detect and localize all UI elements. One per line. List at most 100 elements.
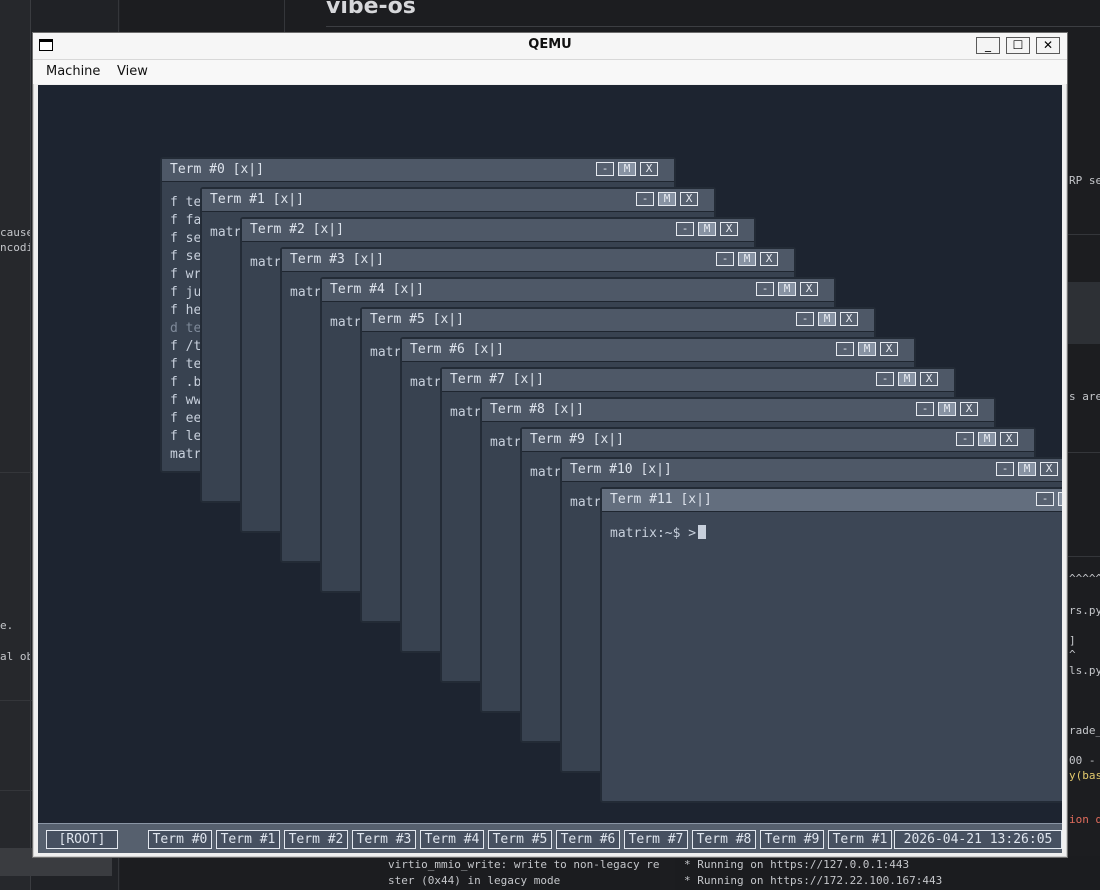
terminal-titlebar[interactable]: Term #4 [x|] - M X [322, 279, 834, 302]
terminal-titlebar[interactable]: Term #6 [x|] - M X [402, 339, 914, 362]
terminal-minimize-button[interactable]: - [916, 402, 934, 416]
terminal-titlebar[interactable]: Term #8 [x|] - M X [482, 399, 994, 422]
terminal-line-text: matr [210, 225, 242, 240]
terminal-minimize-button[interactable]: - [796, 312, 814, 326]
terminal-title: Term #3 [x|] [290, 252, 384, 267]
terminal-minimize-button[interactable]: - [676, 222, 694, 236]
qemu-titlebar[interactable]: QEMU _ ☐ ✕ [33, 33, 1067, 60]
terminal-line: f te [170, 195, 201, 210]
terminal-close-button[interactable]: X [1000, 432, 1018, 446]
close-button[interactable]: ✕ [1036, 37, 1060, 54]
terminal-line: f .b [170, 375, 201, 390]
terminal-maximize-button[interactable]: M [1058, 492, 1062, 506]
background-text: ^ [1069, 648, 1076, 661]
terminal-maximize-button[interactable]: M [778, 282, 796, 296]
qemu-window: QEMU _ ☐ ✕ Machine View Term #0 [x|] - M X f… [32, 32, 1068, 858]
taskbar-item[interactable]: Term #2 [284, 830, 348, 849]
menubar: Machine View [33, 60, 1067, 84]
terminal-line-text: f wr [170, 267, 202, 282]
menu-view[interactable]: View [117, 64, 148, 79]
taskbar-item[interactable]: Term #5 [488, 830, 552, 849]
terminal-close-button[interactable]: X [640, 162, 658, 176]
terminal-titlebar[interactable]: Term #7 [x|] - M X [442, 369, 954, 392]
terminal-titlebar[interactable]: Term #3 [x|] - M X [282, 249, 794, 272]
background-divider [284, 0, 285, 32]
terminal-close-button[interactable]: X [920, 372, 938, 386]
taskbar-item[interactable]: Term #1 [828, 830, 892, 849]
maximize-button[interactable]: ☐ [1006, 37, 1030, 54]
background-text: ncodin [0, 241, 30, 254]
terminal-title: Term #8 [x|] [490, 402, 584, 417]
terminal-maximize-button[interactable]: M [818, 312, 836, 326]
terminal-window[interactable]: Term #11 [x|]-MXmatrix:~$ > [600, 487, 1062, 803]
terminal-line-text: f ww [170, 393, 202, 408]
terminal-line-text: f fa [170, 213, 202, 228]
terminal-line-text: f .b [170, 375, 202, 390]
terminal-line-text: matr [570, 495, 602, 510]
terminal-line-text: f se [170, 249, 202, 264]
terminal-line: f /t [170, 339, 201, 354]
terminal-minimize-button[interactable]: - [836, 342, 854, 356]
terminal-maximize-button[interactable]: M [1018, 462, 1036, 476]
terminal-minimize-button[interactable]: - [956, 432, 974, 446]
background-log-line: virtio_mmio_write: write to non-legacy r… [388, 858, 660, 871]
terminal-line-text: matr [250, 255, 282, 270]
terminal-minimize-button[interactable]: - [996, 462, 1014, 476]
terminal-titlebar[interactable]: Term #0 [x|] - M X [162, 159, 674, 182]
terminal-line-text: f se [170, 231, 202, 246]
minimize-button[interactable]: _ [976, 37, 1000, 54]
terminal-close-button[interactable]: X [840, 312, 858, 326]
terminal-minimize-button[interactable]: - [1036, 492, 1054, 506]
terminal-close-button[interactable]: X [880, 342, 898, 356]
terminal-minimize-button[interactable]: - [596, 162, 614, 176]
taskbar-item[interactable]: Term #8 [692, 830, 756, 849]
taskbar-item[interactable]: Term #0 [148, 830, 212, 849]
terminal-minimize-button[interactable]: - [716, 252, 734, 266]
terminal-titlebar[interactable]: Term #11 [x|]-MX [602, 489, 1062, 512]
terminal-close-button[interactable]: X [720, 222, 738, 236]
background-text: rade_n [1069, 724, 1100, 737]
terminal-maximize-button[interactable]: M [698, 222, 716, 236]
guest-screen[interactable]: Term #0 [x|] - M X f te f fa f se f se f wr f ju f… [38, 85, 1062, 853]
terminal-maximize-button[interactable]: M [618, 162, 636, 176]
taskbar-item[interactable]: Term #1 [216, 830, 280, 849]
terminal-maximize-button[interactable]: M [978, 432, 996, 446]
terminal-maximize-button[interactable]: M [738, 252, 756, 266]
terminal-maximize-button[interactable]: M [858, 342, 876, 356]
background-divider [0, 700, 32, 701]
taskbar-item[interactable]: Term #7 [624, 830, 688, 849]
terminal-close-button[interactable]: X [800, 282, 818, 296]
background-log-line: ster (0x44) in legacy mode [388, 874, 561, 887]
background-block [1068, 282, 1100, 344]
taskbar-item[interactable]: Term #4 [420, 830, 484, 849]
terminal-line-text: matr [450, 405, 482, 420]
menu-machine[interactable]: Machine [46, 64, 100, 79]
taskbar-item[interactable]: Term #3 [352, 830, 416, 849]
terminal-titlebar[interactable]: Term #5 [x|] - M X [362, 309, 874, 332]
terminal-line: matr [370, 345, 401, 360]
terminal-close-button[interactable]: X [1040, 462, 1058, 476]
terminal-close-button[interactable]: X [680, 192, 698, 206]
taskbar-item[interactable]: Term #9 [760, 830, 824, 849]
root-button[interactable]: [ROOT] [46, 830, 118, 849]
terminal-titlebar[interactable]: Term #9 [x|] - M X [522, 429, 1034, 452]
background-divider [1068, 556, 1100, 557]
terminal-maximize-button[interactable]: M [938, 402, 956, 416]
terminal-maximize-button[interactable]: M [658, 192, 676, 206]
terminal-close-button[interactable]: X [960, 402, 978, 416]
taskbar-item[interactable]: Term #6 [556, 830, 620, 849]
window-title: QEMU [528, 37, 572, 52]
terminal-line-text: d te [170, 321, 202, 336]
terminal-minimize-button[interactable]: - [756, 282, 774, 296]
terminal-line: f ju [170, 285, 201, 300]
terminal-titlebar[interactable]: Term #1 [x|] - M X [202, 189, 714, 212]
background-divider [1068, 452, 1100, 453]
terminal-titlebar[interactable]: Term #10 [x|] - M X [562, 459, 1062, 482]
terminal-close-button[interactable]: X [760, 252, 778, 266]
background-divider [0, 790, 32, 791]
terminal-maximize-button[interactable]: M [898, 372, 916, 386]
terminal-minimize-button[interactable]: - [636, 192, 654, 206]
terminal-titlebar[interactable]: Term #2 [x|] - M X [242, 219, 754, 242]
terminal-minimize-button[interactable]: - [876, 372, 894, 386]
terminal-line-text: f te [170, 357, 202, 372]
